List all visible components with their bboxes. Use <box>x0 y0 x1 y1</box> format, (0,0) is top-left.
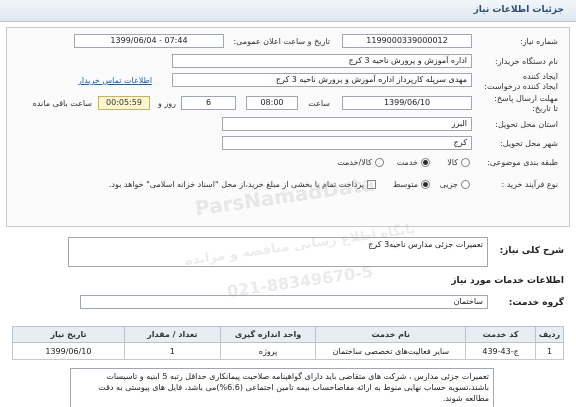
category-option-goods-service: کالا/خدمت <box>337 158 372 167</box>
buyer-contact-link[interactable]: اطلاعات تماس خریدار <box>78 76 152 85</box>
category-radio-service[interactable] <box>421 158 430 167</box>
deadline-time-field: 08:00 <box>246 96 298 110</box>
province-label: استان محل تحویل: <box>495 120 558 129</box>
services-section-title: اطلاعات خدمات مورد نیاز <box>451 276 564 286</box>
page-title: جزئیات اطلاعات نیاز <box>473 5 564 15</box>
announce-field: 1399/06/04 - 07:44 <box>74 34 224 48</box>
category-radio-goods-service[interactable] <box>375 158 384 167</box>
table-header-row: ردیف کد خدمت نام خدمت واحد اندازه گیری ت… <box>12 326 564 343</box>
col-quantity: تعداد / مقدار <box>123 326 221 343</box>
services-table: ردیف کد خدمت نام خدمت واحد اندازه گیری ت… <box>12 326 564 360</box>
payment-checkbox[interactable] <box>367 180 376 189</box>
deadline-label: تا تاریخ: <box>532 104 558 113</box>
description-label: شرح کلی نیاز: <box>499 246 564 256</box>
remaining-label: ساعت باقی مانده <box>32 99 92 108</box>
days-label: روز و <box>158 99 176 108</box>
province-field: البرز <box>222 117 472 131</box>
col-service-code: کد خدمت <box>465 326 537 343</box>
buyer-label: نام دستگاه خریدار: <box>495 57 558 66</box>
category-option-service: خدمت <box>396 158 418 167</box>
service-group-field: ساختمان <box>80 295 488 309</box>
need-number-label: شماره نیاز: <box>520 37 558 46</box>
announce-label: تاریخ و ساعت اعلان عمومی: <box>233 37 330 46</box>
process-option-medium: متوسط <box>392 180 418 189</box>
city-label: شهر محل تحویل: <box>500 139 558 148</box>
cell-row-number: 1 <box>535 342 564 360</box>
header-bar: جزئیات اطلاعات نیاز <box>0 0 576 22</box>
col-need-date: تاریخ نیاز <box>12 326 125 343</box>
cell-service-name: سایر فعالیت‌های تخصصی ساختمان <box>315 342 467 360</box>
city-field: کرج <box>222 136 472 150</box>
remaining-timer: 00:05:59 <box>98 96 150 110</box>
process-radio-medium[interactable] <box>421 180 430 189</box>
deadline-label-line1: مهلت ارسال پاسخ: <box>494 94 558 103</box>
description-text: تعمیرات جزئی مدارس ناحیه3 کرج <box>368 240 483 249</box>
cell-service-code: ج-43-439 <box>465 342 537 360</box>
payment-note: پرداخت تمام یا بخشی از مبلغ خرید،از محل … <box>108 180 364 189</box>
category-option-goods: کالا <box>447 158 458 167</box>
buyer-notes: تعمیرات جزئی مدارس ، شرکت های متقاضی بای… <box>70 368 494 407</box>
creator-label: ایجاد کننده درخواست: <box>484 82 558 91</box>
col-unit: واحد اندازه گیری <box>219 326 317 343</box>
process-option-minor: جزیی <box>439 180 458 189</box>
service-group-label: گروه خدمت: <box>508 298 564 308</box>
table-row: 1 ج-43-439 سایر فعالیت‌های تخصصی ساختمان… <box>12 342 564 360</box>
description-field: تعمیرات جزئی مدارس ناحیه3 کرج <box>68 237 488 267</box>
process-radio-minor[interactable] <box>461 180 470 189</box>
creator-label-line1: ایجاد کننده <box>522 72 558 81</box>
cell-need-date: 1399/06/10 <box>12 342 125 360</box>
process-label: نوع فرآیند خرید : <box>501 180 558 189</box>
cell-quantity: 1 <box>123 342 221 360</box>
days-field: 6 <box>181 96 236 110</box>
col-service-name: نام خدمت <box>315 326 467 343</box>
category-radio-goods[interactable] <box>461 158 470 167</box>
deadline-date-field: 1399/06/10 <box>342 96 472 110</box>
creator-field: مهدی سرپله کارپرداز اداره آموزش و پرورش … <box>172 73 472 87</box>
cell-unit: پروژه <box>219 342 317 360</box>
buyer-field: اداره آموزش و پرورش ناحیه 3 کرج <box>172 54 472 68</box>
need-number-field: 1199000339000012 <box>342 34 472 48</box>
col-row-number: ردیف <box>535 326 564 343</box>
category-label: طبقه بندی موضوعی: <box>487 158 558 167</box>
deadline-time-label: ساعت <box>308 99 330 108</box>
